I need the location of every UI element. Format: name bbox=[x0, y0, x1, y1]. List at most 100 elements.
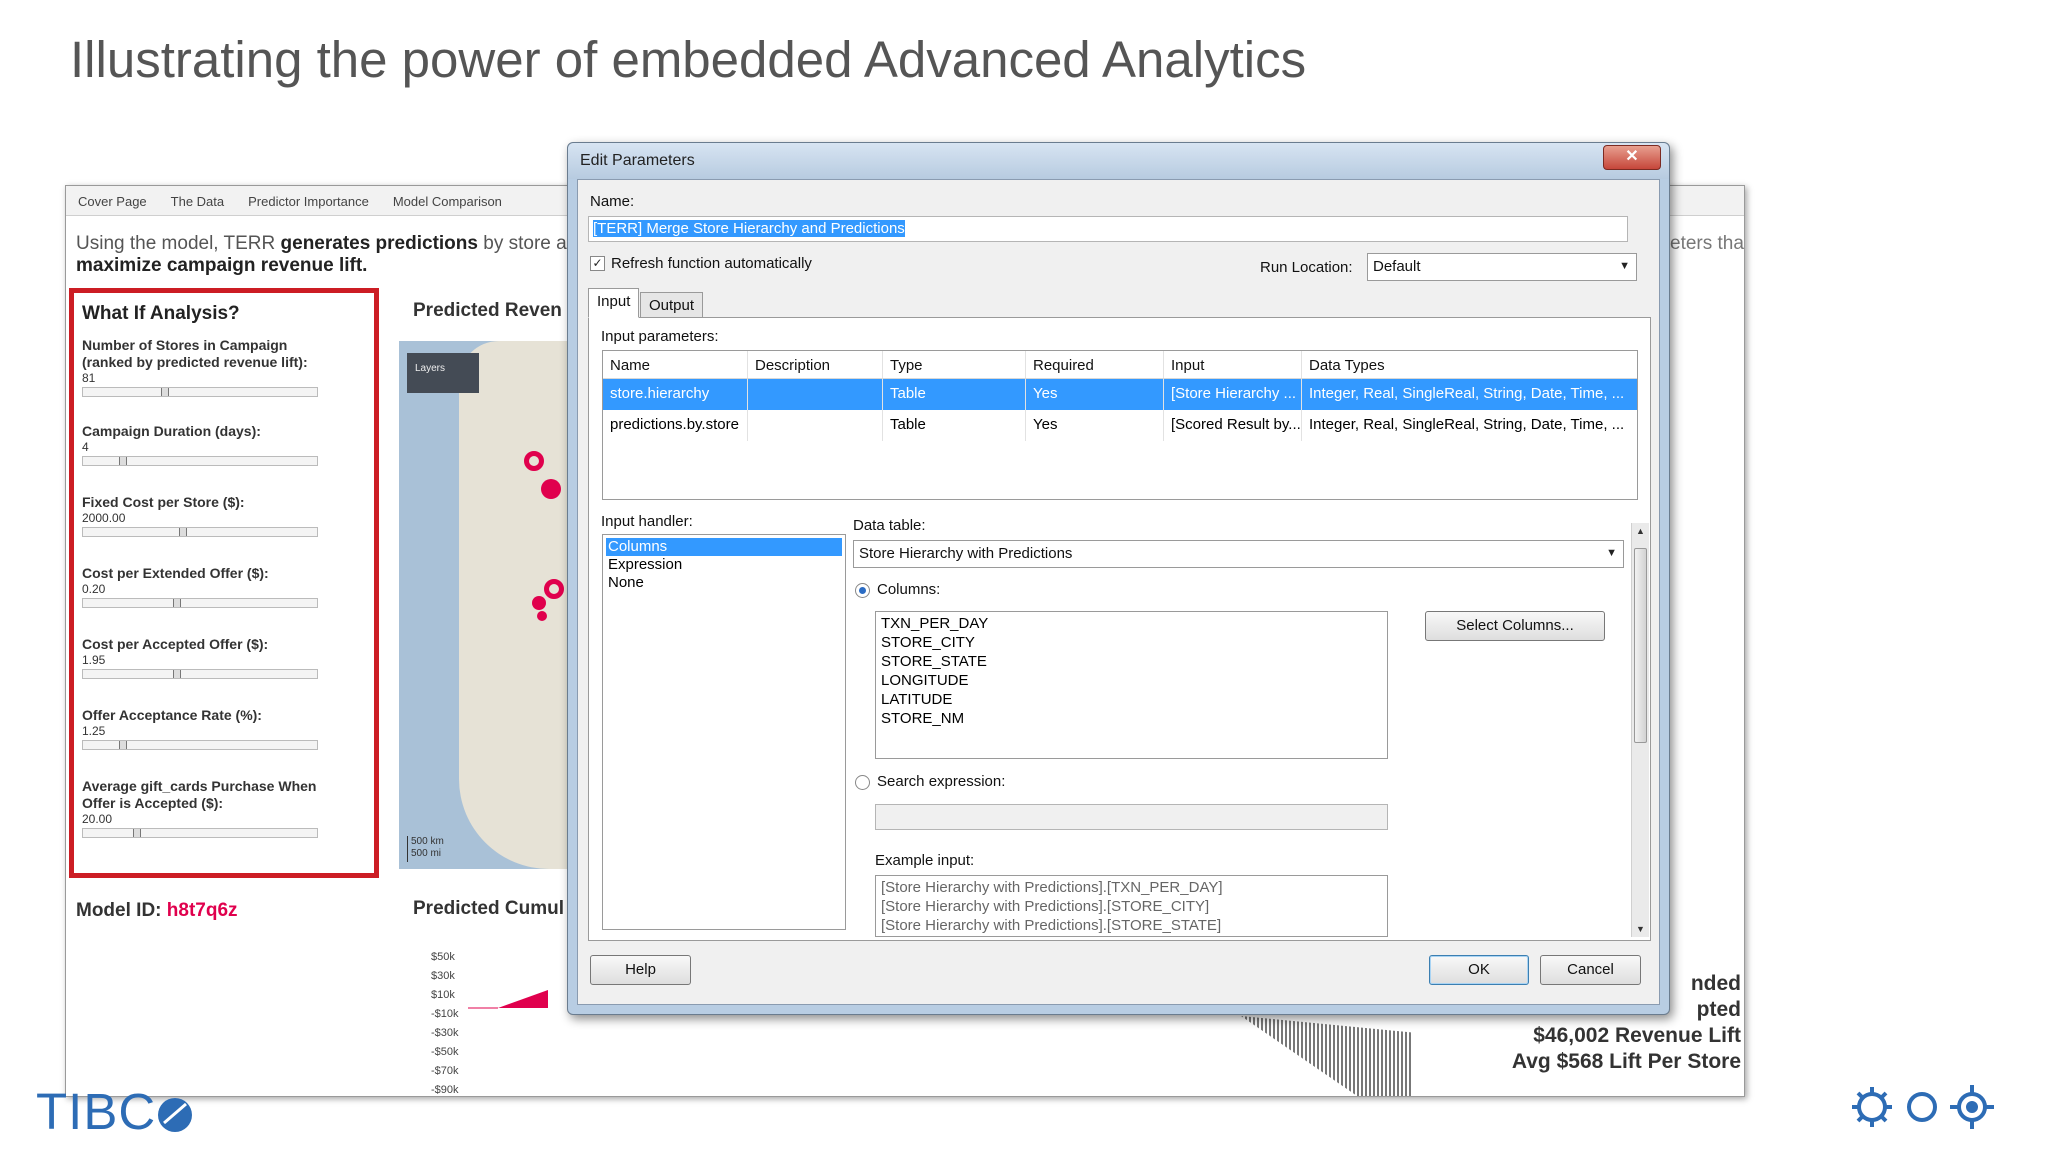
example-line: [Store Hierarchy with Predictions].[STOR… bbox=[881, 917, 1222, 934]
intro-text-2: by store ar bbox=[477, 233, 574, 254]
columns-radio[interactable] bbox=[855, 583, 870, 598]
help-button[interactable]: Help bbox=[590, 955, 691, 985]
column-header-data-types[interactable]: Data Types bbox=[1302, 351, 1637, 378]
edit-parameters-dialog: Edit Parameters ✕ Name: [TERR] Merge Sto… bbox=[567, 142, 1670, 1015]
cell-input: [Scored Result by... bbox=[1164, 410, 1302, 441]
select-columns-button[interactable]: Select Columns... bbox=[1425, 611, 1605, 641]
intro-right-fragment: eters that bbox=[1670, 233, 1745, 254]
name-field[interactable]: [TERR] Merge Store Hierarchy and Predict… bbox=[588, 216, 1628, 242]
column-item[interactable]: LONGITUDE bbox=[881, 671, 1382, 690]
intro-line-2: maximize campaign revenue lift. bbox=[76, 255, 368, 276]
param-value: 0.20 bbox=[82, 582, 106, 596]
param-number-of-stores: Number of Stores in Campaign (ranked by … bbox=[82, 337, 332, 397]
slider-thumb[interactable] bbox=[173, 599, 181, 607]
search-expression-radio[interactable] bbox=[855, 775, 870, 790]
column-header-input[interactable]: Input bbox=[1164, 351, 1302, 378]
param-value: 20.00 bbox=[82, 812, 113, 826]
close-button[interactable]: ✕ bbox=[1603, 145, 1661, 170]
handler-option-none[interactable]: None bbox=[606, 574, 842, 592]
column-header-name[interactable]: Name bbox=[603, 351, 748, 378]
map-marker[interactable] bbox=[544, 579, 564, 599]
cell-description bbox=[748, 410, 883, 441]
dialog-titlebar[interactable]: Edit Parameters ✕ bbox=[568, 143, 1669, 179]
chevron-down-icon: ▼ bbox=[1619, 260, 1630, 272]
slider-thumb[interactable] bbox=[133, 829, 141, 837]
param-slider[interactable] bbox=[82, 669, 318, 679]
cumulative-bars-fragment bbox=[468, 990, 548, 1009]
search-expression-field[interactable] bbox=[875, 804, 1388, 830]
slider-thumb[interactable] bbox=[119, 457, 127, 465]
cell-type: Table bbox=[883, 379, 1026, 410]
example-line: [Store Hierarchy with Predictions].[STOR… bbox=[881, 898, 1210, 915]
vertical-scrollbar[interactable]: ▲ ▼ bbox=[1631, 523, 1649, 937]
map-marker[interactable] bbox=[537, 611, 547, 621]
param-slider[interactable] bbox=[82, 456, 318, 466]
tibco-logo: TIBC bbox=[36, 1082, 194, 1141]
columns-label[interactable]: Columns: bbox=[877, 581, 940, 598]
column-item[interactable]: STORE_CITY bbox=[881, 633, 1382, 652]
example-input-box: [Store Hierarchy with Predictions].[TXN_… bbox=[875, 875, 1388, 937]
search-expression-label[interactable]: Search expression: bbox=[877, 773, 1005, 790]
column-header-description[interactable]: Description bbox=[748, 351, 883, 378]
tab-cover-page[interactable]: Cover Page bbox=[66, 186, 159, 215]
tab-model-comparison[interactable]: Model Comparison bbox=[381, 186, 514, 215]
tab-predictor-importance[interactable]: Predictor Importance bbox=[236, 186, 381, 215]
y-tick: -$50k bbox=[431, 1046, 459, 1058]
map-marker[interactable] bbox=[541, 479, 561, 499]
param-cost-per-extended-offer: Cost per Extended Offer ($): 0.20 bbox=[82, 565, 332, 608]
summary-avg-lift: Avg $568 Lift Per Store bbox=[1511, 1050, 1741, 1073]
data-table-dropdown[interactable]: Store Hierarchy with Predictions ▼ bbox=[853, 540, 1624, 568]
param-cost-per-accepted-offer: Cost per Accepted Offer ($): 1.95 bbox=[82, 636, 332, 679]
cancel-button[interactable]: Cancel bbox=[1540, 955, 1641, 985]
cell-required: Yes bbox=[1026, 379, 1164, 410]
column-item[interactable]: STORE_STATE bbox=[881, 652, 1382, 671]
scroll-up-icon[interactable]: ▲ bbox=[1636, 526, 1645, 536]
table-row[interactable]: predictions.by.store Table Yes [Scored R… bbox=[603, 410, 1637, 441]
param-slider[interactable] bbox=[82, 387, 318, 397]
slider-thumb[interactable] bbox=[179, 528, 187, 536]
param-label: Cost per Accepted Offer ($): bbox=[82, 636, 269, 652]
map-layers-panel[interactable]: Layers bbox=[407, 353, 479, 393]
column-header-type[interactable]: Type bbox=[883, 351, 1026, 378]
refresh-checkbox[interactable]: ✓ bbox=[590, 256, 605, 271]
column-item[interactable]: STORE_NM bbox=[881, 709, 1382, 728]
column-header-required[interactable]: Required bbox=[1026, 351, 1164, 378]
slider-thumb[interactable] bbox=[173, 670, 181, 678]
column-item[interactable]: TXN_PER_DAY bbox=[881, 614, 1382, 633]
param-slider[interactable] bbox=[82, 598, 318, 608]
cell-data-types: Integer, Real, SingleReal, String, Date,… bbox=[1309, 416, 1625, 433]
map-land bbox=[459, 341, 579, 869]
param-value: 1.25 bbox=[82, 724, 106, 738]
logo-mark-icon bbox=[158, 1098, 193, 1132]
param-slider[interactable] bbox=[82, 828, 318, 838]
handler-option-expression[interactable]: Expression bbox=[606, 556, 842, 574]
tab-the-data[interactable]: The Data bbox=[159, 186, 236, 215]
scrollbar-thumb[interactable] bbox=[1634, 548, 1647, 743]
intro-text: Using the model, TERR bbox=[76, 233, 281, 254]
target-icon bbox=[1950, 1085, 1994, 1129]
map-marker[interactable] bbox=[524, 451, 544, 471]
param-value: 4 bbox=[82, 440, 89, 454]
column-item[interactable]: LATITUDE bbox=[881, 690, 1382, 709]
handler-option-columns[interactable]: Columns bbox=[606, 538, 842, 556]
example-input-label: Example input: bbox=[875, 852, 975, 869]
cell-description bbox=[748, 379, 883, 410]
scroll-down-icon[interactable]: ▼ bbox=[1636, 924, 1645, 934]
gear-icon bbox=[1852, 1087, 1892, 1127]
slider-thumb[interactable] bbox=[119, 741, 127, 749]
tab-output[interactable]: Output bbox=[640, 292, 704, 318]
tab-input[interactable]: Input bbox=[588, 288, 640, 318]
slider-thumb[interactable] bbox=[161, 388, 169, 396]
table-row[interactable]: store.hierarchy Table Yes [Store Hierarc… bbox=[603, 379, 1637, 410]
param-slider[interactable] bbox=[82, 740, 318, 750]
store-map[interactable]: Layers 500 km 500 mi bbox=[399, 341, 579, 869]
run-location-dropdown[interactable]: Default ▼ bbox=[1367, 253, 1637, 281]
param-slider[interactable] bbox=[82, 527, 318, 537]
refresh-label[interactable]: Refresh function automatically bbox=[611, 255, 812, 272]
map-marker[interactable] bbox=[532, 596, 546, 610]
name-value: [TERR] Merge Store Hierarchy and Predict… bbox=[593, 220, 905, 237]
chevron-down-icon: ▼ bbox=[1606, 547, 1617, 559]
ok-button[interactable]: OK bbox=[1429, 955, 1529, 985]
slide: Illustrating the power of embedded Advan… bbox=[0, 0, 2048, 1152]
intro-bold: generates predictions bbox=[280, 233, 478, 254]
